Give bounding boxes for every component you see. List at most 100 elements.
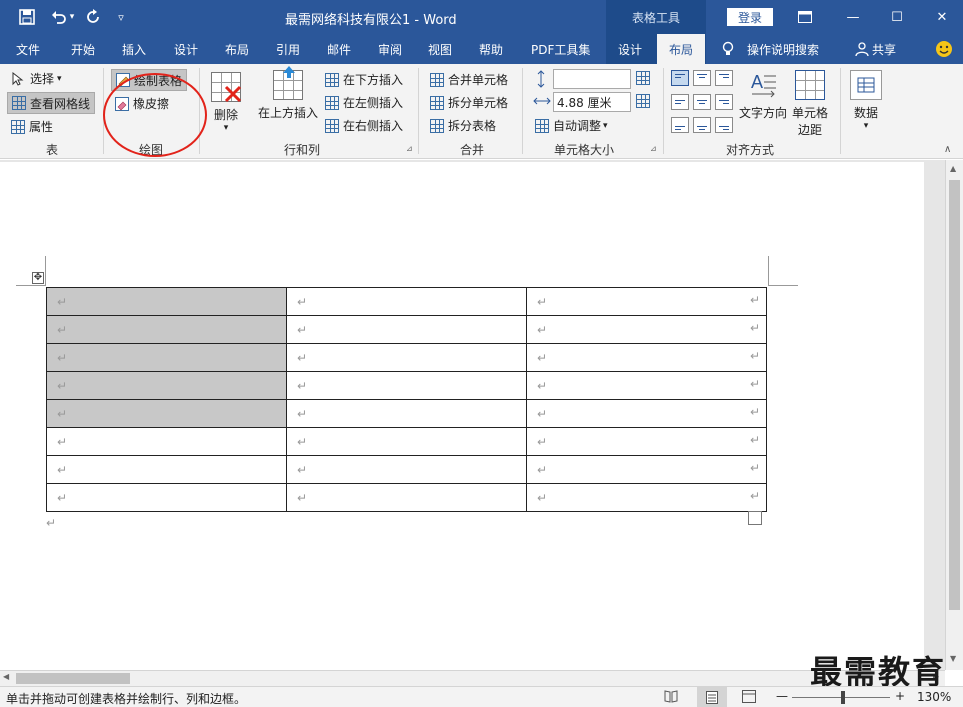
table-cell[interactable]: ↵ <box>46 455 287 484</box>
tab-layout[interactable]: 布局 <box>225 34 249 64</box>
table-cell[interactable]: ↵ <box>46 371 287 400</box>
table-cell[interactable]: ↵ <box>46 315 287 344</box>
read-mode-icon[interactable] <box>664 690 678 706</box>
horizontal-scrollbar[interactable]: ◀ ▶ <box>0 670 945 686</box>
document-table[interactable]: ↵ ↵ ↵ ↵ ↵ ↵ ↵ ↵ ↵ ↵ ↵ ↵ ↵ ↵ ↵ ↵ ↵ ↵ ↵ ↵ … <box>46 287 767 512</box>
table-cell[interactable]: ↵ <box>46 287 287 316</box>
table-resize-handle[interactable] <box>748 511 762 525</box>
table-cell[interactable]: ↵ <box>46 483 287 512</box>
tab-design[interactable]: 设计 <box>174 34 198 64</box>
table-cell[interactable]: ↵ <box>286 315 527 344</box>
tab-home[interactable]: 开始 <box>71 34 95 64</box>
data-button[interactable]: 数据 ▾ <box>848 70 884 131</box>
login-button[interactable]: 登录 <box>727 8 773 26</box>
row-height-input[interactable] <box>553 69 631 89</box>
cell-size-launcher-icon[interactable]: ⊿ <box>650 144 657 153</box>
scroll-down-icon[interactable]: ▼ <box>950 654 956 663</box>
cell-margins-button[interactable]: 单元格 边距 <box>790 70 830 138</box>
table-cell[interactable]: ↵ <box>286 483 527 512</box>
table-cell[interactable]: ↵ <box>286 371 527 400</box>
table-cell[interactable]: ↵ <box>286 427 527 456</box>
table-cell[interactable]: ↵ <box>286 455 527 484</box>
tab-file[interactable]: 文件 <box>16 34 40 64</box>
select-button[interactable]: 选择 ▾ <box>12 70 62 87</box>
distribute-rows-icon[interactable] <box>636 71 654 85</box>
ribbon-display-icon[interactable] <box>785 0 825 34</box>
insert-above-button[interactable]: 在上方插入 <box>256 66 320 121</box>
distribute-columns-icon[interactable] <box>636 94 654 108</box>
zoom-in-button[interactable]: + <box>895 689 905 703</box>
tab-insert[interactable]: 插入 <box>122 34 146 64</box>
tab-references[interactable]: 引用 <box>276 34 300 64</box>
delete-table-icon <box>211 72 242 103</box>
split-cells-button[interactable]: 拆分单元格 <box>430 94 508 111</box>
split-table-button[interactable]: 拆分表格 <box>430 117 496 134</box>
undo-dropdown-icon[interactable]: ▾ <box>66 7 78 27</box>
insert-right-button[interactable]: 在右侧插入 <box>325 117 403 134</box>
insert-left-button[interactable]: 在左侧插入 <box>325 94 403 111</box>
align-bottom-right-icon[interactable] <box>715 117 733 133</box>
tab-table-design[interactable]: 设计 <box>618 34 642 64</box>
tell-me-search[interactable]: 操作说明搜索 <box>747 34 819 64</box>
delete-button[interactable]: 删除 ▾ <box>208 72 244 133</box>
table-cell[interactable]: ↵ <box>526 343 767 372</box>
tab-mailings[interactable]: 邮件 <box>327 34 351 64</box>
zoom-slider-thumb[interactable] <box>841 691 845 704</box>
vertical-scrollbar[interactable]: ▲ ▼ <box>945 160 963 670</box>
web-layout-icon[interactable] <box>742 690 756 706</box>
autofit-button[interactable]: 自动调整 ▾ <box>535 117 608 134</box>
align-top-left-icon[interactable] <box>671 70 689 86</box>
view-gridlines-button[interactable]: 查看网格线 <box>7 92 96 114</box>
minimize-button[interactable]: — <box>833 0 873 34</box>
table-cell[interactable]: ↵ <box>46 399 287 428</box>
chevron-down-icon: ▾ <box>863 121 869 131</box>
tab-table-layout[interactable]: 布局 <box>657 34 706 64</box>
align-middle-right-icon[interactable] <box>715 94 733 110</box>
tab-help[interactable]: 帮助 <box>479 34 503 64</box>
tab-review[interactable]: 审阅 <box>378 34 402 64</box>
table-cell[interactable]: ↵ <box>526 483 767 512</box>
table-cell[interactable]: ↵ <box>286 399 527 428</box>
smiley-feedback-icon[interactable] <box>935 34 953 64</box>
save-icon[interactable] <box>16 7 38 27</box>
table-cell[interactable]: ↵ <box>286 287 527 316</box>
table-cell[interactable]: ↵ <box>526 371 767 400</box>
print-layout-icon[interactable] <box>697 687 727 707</box>
properties-button[interactable]: 属性 <box>11 118 53 135</box>
text-direction-button[interactable]: A 文字方向 <box>738 70 788 121</box>
redo-icon[interactable] <box>82 7 104 27</box>
zoom-level[interactable]: 130% <box>917 690 951 704</box>
align-top-right-icon[interactable] <box>715 70 733 86</box>
align-middle-left-icon[interactable] <box>671 94 689 110</box>
vertical-scroll-thumb[interactable] <box>949 180 960 610</box>
tab-pdf-tools[interactable]: PDF工具集 <box>531 34 590 64</box>
maximize-button[interactable]: ☐ <box>877 0 917 34</box>
table-cell[interactable]: ↵ <box>526 315 767 344</box>
table-cell[interactable]: ↵ <box>286 343 527 372</box>
customize-toolbar-icon[interactable]: ▿ <box>110 7 132 27</box>
table-cell[interactable]: ↵ <box>526 399 767 428</box>
align-middle-center-icon[interactable] <box>693 94 711 110</box>
align-bottom-center-icon[interactable] <box>693 117 711 133</box>
scroll-up-icon[interactable]: ▲ <box>950 164 956 173</box>
table-move-handle-icon[interactable]: ✥ <box>32 272 44 284</box>
align-bottom-left-icon[interactable] <box>671 117 689 133</box>
table-cell[interactable]: ↵ <box>526 287 767 316</box>
rows-cols-launcher-icon[interactable]: ⊿ <box>406 144 413 153</box>
zoom-out-button[interactable]: — <box>776 689 788 703</box>
share-button[interactable]: 共享 <box>872 34 896 64</box>
collapse-ribbon-icon[interactable]: ∧ <box>944 144 951 155</box>
table-cell[interactable]: ↵ <box>526 455 767 484</box>
column-width-input[interactable]: 4.88 厘米 <box>553 92 631 112</box>
close-button[interactable]: ✕ <box>922 0 962 34</box>
horizontal-scroll-thumb[interactable] <box>16 673 130 684</box>
scroll-left-icon[interactable]: ◀ <box>3 672 9 681</box>
tab-view[interactable]: 视图 <box>428 34 452 64</box>
align-top-center-icon[interactable] <box>693 70 711 86</box>
table-cell[interactable]: ↵ <box>526 427 767 456</box>
table-cell[interactable]: ↵ <box>46 343 287 372</box>
merge-cells-button[interactable]: 合并单元格 <box>430 71 508 88</box>
insert-below-button[interactable]: 在下方插入 <box>325 71 403 88</box>
table-cell[interactable]: ↵ <box>46 427 287 456</box>
share-icon[interactable] <box>855 34 869 64</box>
